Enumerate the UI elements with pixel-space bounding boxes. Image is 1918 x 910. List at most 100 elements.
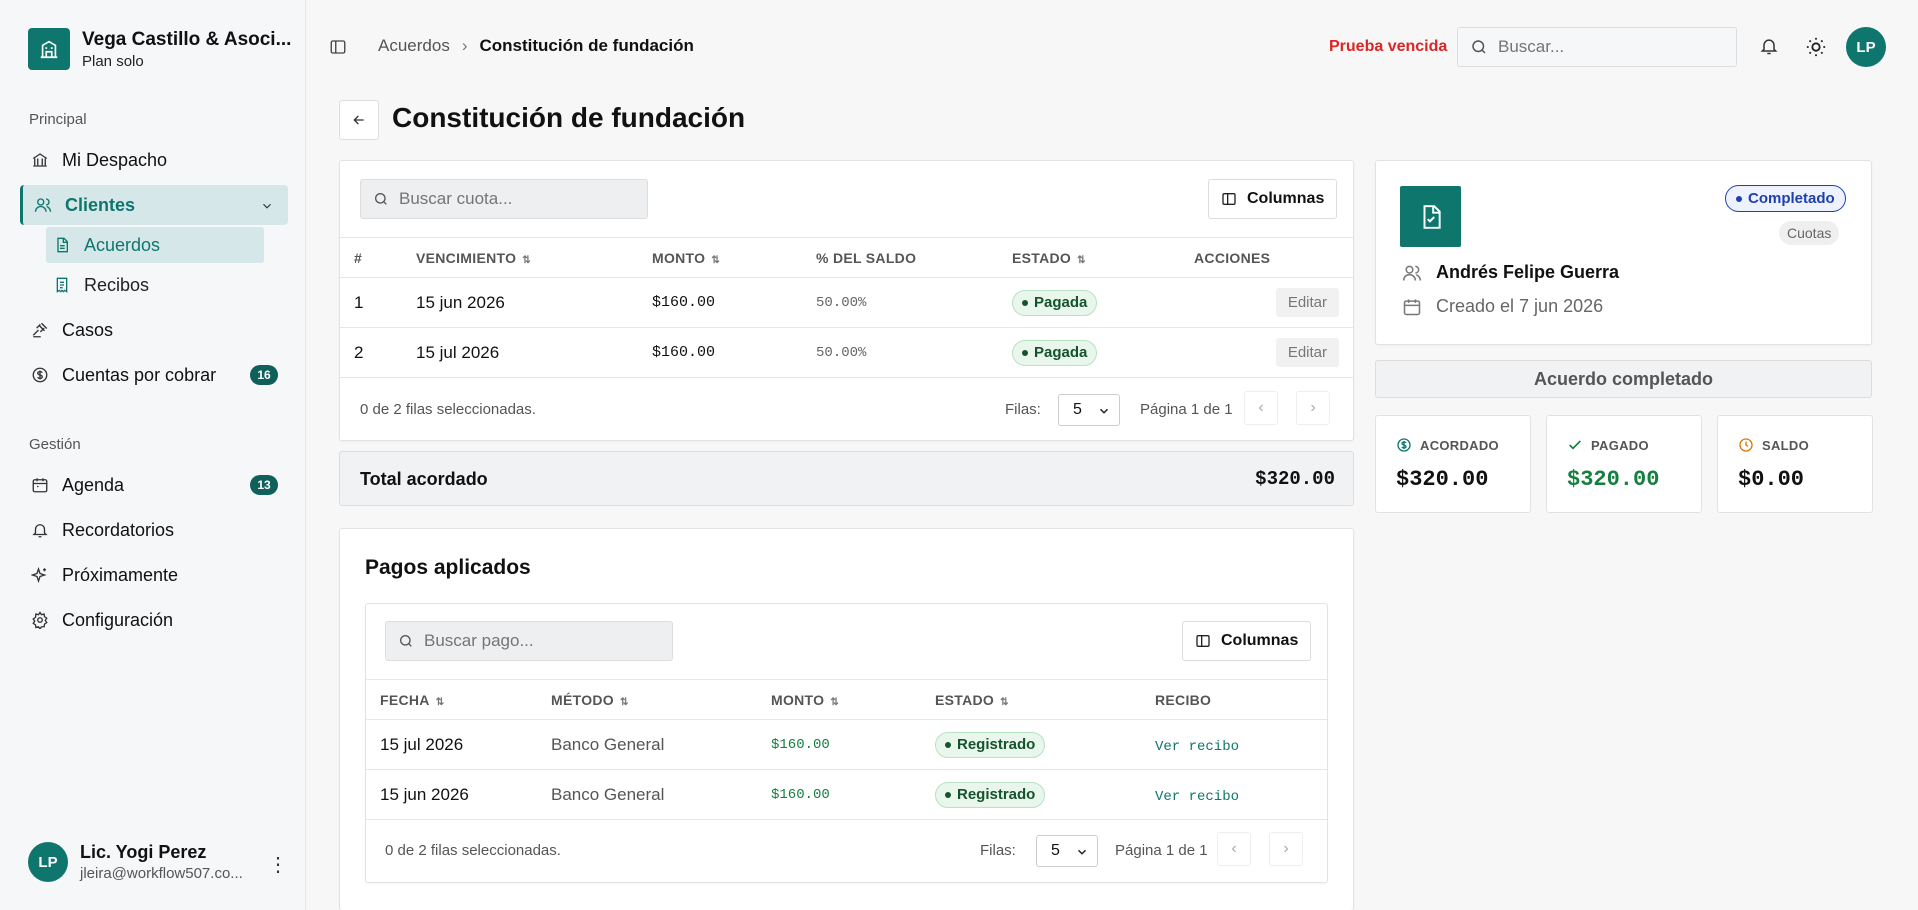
cell-amount: $160.00 — [771, 719, 935, 770]
global-search[interactable] — [1457, 27, 1737, 67]
search-icon — [1472, 40, 1486, 54]
prev-page-button[interactable]: ‹ — [1217, 832, 1251, 866]
trial-status[interactable]: Prueba vencida — [1329, 38, 1447, 56]
chevron-right-icon: › — [461, 36, 468, 55]
edit-button[interactable]: Editar — [1275, 338, 1339, 367]
sidebar-item-clientes[interactable]: Clientes — [20, 185, 288, 225]
stat-label: SALDO — [1762, 437, 1809, 453]
next-page-button[interactable]: › — [1296, 391, 1330, 425]
rows-per-page-select[interactable]: 5 — [1058, 394, 1120, 426]
column-header-sortable[interactable]: VENCIMIENTO ⇅ — [416, 237, 652, 278]
total-summary: Total acordado $320.00 — [339, 451, 1354, 506]
more-vertical-icon[interactable]: ⋮ — [268, 852, 288, 877]
user-menu[interactable]: LP Lic. Yogi Perez jleira@workflow507.co… — [28, 842, 288, 882]
stat-value: $0.00 — [1738, 467, 1805, 492]
type-badge: Cuotas — [1779, 221, 1840, 245]
status-badge: Pagada — [1012, 289, 1098, 316]
search-input[interactable] — [1498, 37, 1718, 57]
user-email: jleira@workflow507.co... — [80, 865, 243, 882]
sidebar-item-recibos[interactable]: Recibos — [46, 267, 264, 303]
sidebar-item-label: Agenda — [62, 474, 125, 495]
table-row[interactable]: 15 jul 2026 Banco General $160.00 Regist… — [366, 719, 1327, 770]
selection-count: 0 de 2 filas seleccionadas. — [385, 842, 561, 859]
sidebar-item-configuracion[interactable]: Configuración — [20, 600, 288, 640]
stat-acordado: ACORDADO $320.00 — [1375, 415, 1531, 513]
installments-search[interactable] — [360, 179, 648, 219]
payments-search[interactable] — [385, 621, 673, 661]
sidebar-item-mi-despacho[interactable]: Mi Despacho — [20, 140, 288, 180]
search-icon — [400, 635, 412, 647]
sidebar-item-proximamente[interactable]: Próximamente — [20, 555, 288, 595]
search-input[interactable] — [399, 189, 619, 209]
view-receipt-link[interactable]: Ver recibo — [1155, 789, 1239, 805]
count-badge: 13 — [250, 475, 278, 495]
search-icon — [375, 193, 387, 205]
workspace-switcher[interactable]: Vega Castillo & Asoci... Plan solo — [28, 28, 291, 70]
workspace-name: Vega Castillo & Asoci... — [82, 28, 292, 50]
table-row[interactable]: 1 15 jun 2026 $160.00 50.00% Pagada Edit… — [340, 277, 1353, 328]
cell-amount: $160.00 — [652, 327, 816, 378]
avatar[interactable]: LP — [1846, 27, 1886, 67]
column-header-sortable[interactable]: FECHA ⇅ — [366, 679, 551, 720]
column-header-sortable[interactable]: ESTADO ⇅ — [935, 679, 1155, 720]
cell-percent: 50.00% — [816, 327, 1012, 378]
nav-section-principal: Principal — [29, 111, 87, 128]
sidebar-item-label: Recibos — [84, 274, 150, 295]
stat-value: $320.00 — [1396, 467, 1489, 492]
dollar-circle-icon — [1397, 438, 1411, 452]
bell-icon[interactable] — [1759, 36, 1779, 61]
rows-per-page-label: Filas: — [1005, 401, 1041, 418]
columns-button[interactable]: Columnas — [1208, 179, 1338, 219]
theme-toggle-icon[interactable] — [1805, 36, 1827, 63]
rows-per-page-label: Filas: — [980, 842, 1016, 859]
table-row[interactable]: 15 jun 2026 Banco General $160.00 Regist… — [366, 769, 1327, 820]
column-header-sortable[interactable]: ESTADO ⇅ — [1012, 237, 1194, 278]
sort-icon: ⇅ — [711, 254, 721, 266]
table-row[interactable]: 2 15 jul 2026 $160.00 50.00% Pagada Edit… — [340, 327, 1353, 378]
sort-icon: ⇅ — [830, 696, 840, 708]
sidebar-item-cuentas-por-cobrar[interactable]: Cuentas por cobrar 16 — [20, 355, 288, 395]
created-date: Creado el 7 jun 2026 — [1436, 296, 1604, 316]
sidebar: Vega Castillo & Asoci... Plan solo Princ… — [0, 0, 306, 910]
column-header-sortable[interactable]: MONTO ⇅ — [652, 237, 816, 278]
sidebar-toggle-icon[interactable] — [329, 38, 347, 61]
column-header: # — [340, 237, 416, 278]
columns-button[interactable]: Columnas — [1182, 621, 1312, 661]
column-header: RECIBO — [1155, 679, 1327, 720]
chevron-down-icon[interactable] — [260, 197, 274, 218]
chevron-down-icon — [1077, 849, 1087, 855]
gear-icon — [30, 610, 50, 630]
prev-page-button[interactable]: ‹ — [1244, 391, 1278, 425]
count-badge: 16 — [250, 365, 278, 385]
column-header-sortable[interactable]: MÉTODO ⇅ — [551, 679, 771, 720]
breadcrumb-link-acuerdos[interactable]: Acuerdos — [378, 36, 450, 56]
sidebar-item-label: Casos — [62, 319, 114, 340]
sidebar-item-acuerdos[interactable]: Acuerdos — [46, 227, 264, 263]
gavel-icon — [30, 320, 50, 340]
stat-label: ACORDADO — [1420, 437, 1499, 453]
view-receipt-link[interactable]: Ver recibo — [1155, 739, 1239, 755]
rows-per-page-select[interactable]: 5 — [1036, 835, 1098, 867]
sidebar-item-label: Recordatorios — [62, 519, 175, 540]
sidebar-item-recordatorios[interactable]: Recordatorios — [20, 510, 288, 550]
arrow-left-icon — [353, 115, 364, 125]
total-value: $320.00 — [1255, 468, 1335, 490]
back-button[interactable] — [339, 100, 379, 140]
sidebar-item-label: Próximamente — [62, 564, 179, 585]
edit-button[interactable]: Editar — [1275, 288, 1339, 317]
cell-amount: $160.00 — [771, 769, 935, 820]
sidebar-item-casos[interactable]: Casos — [20, 310, 288, 350]
search-input[interactable] — [424, 631, 644, 651]
status-badge: Registrado — [935, 781, 1046, 808]
cell-amount: $160.00 — [652, 277, 816, 328]
client-name: Andrés Felipe Guerra — [1436, 262, 1620, 282]
column-header-sortable[interactable]: MONTO ⇅ — [771, 679, 935, 720]
next-page-button[interactable]: › — [1269, 832, 1303, 866]
sidebar-item-agenda[interactable]: Agenda 13 — [20, 465, 288, 505]
cell-method: Banco General — [551, 769, 771, 820]
columns-icon — [1222, 193, 1236, 205]
sort-icon: ⇅ — [1000, 696, 1009, 708]
stat-value: $320.00 — [1567, 467, 1660, 492]
document-check-icon — [1400, 186, 1461, 247]
sort-icon: ⇅ — [435, 696, 445, 708]
